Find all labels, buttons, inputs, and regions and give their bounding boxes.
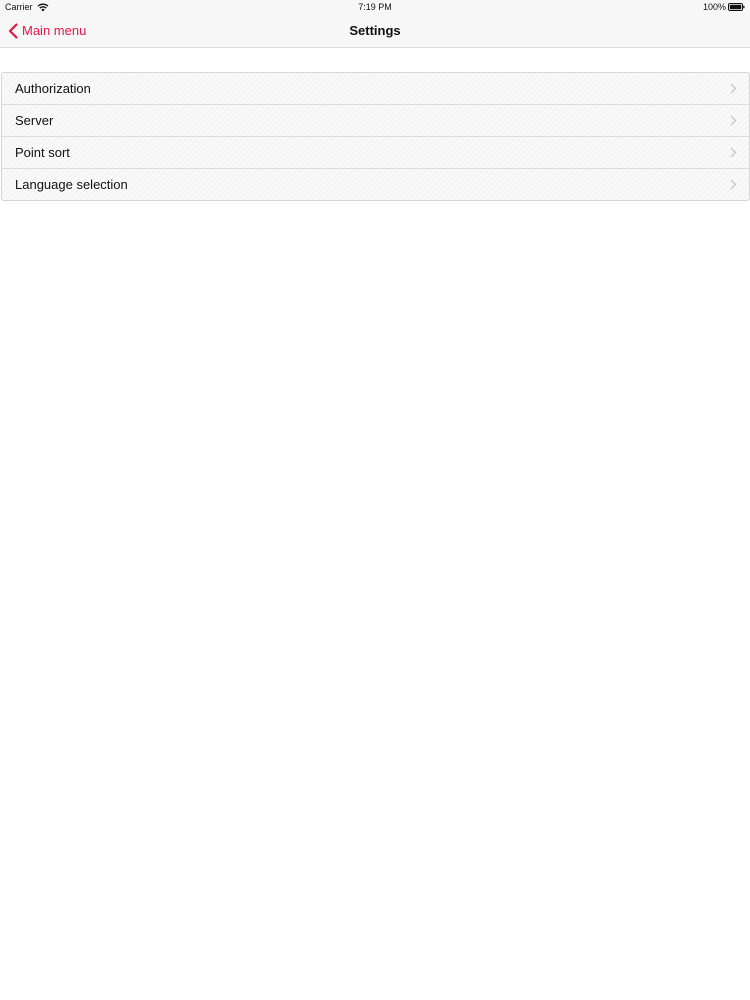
status-time: 7:19 PM (358, 2, 392, 12)
settings-item-server[interactable]: Server (2, 105, 749, 137)
settings-item-label: Language selection (15, 177, 128, 192)
battery-icon (728, 3, 745, 11)
chevron-right-icon (730, 83, 737, 94)
settings-list: Authorization Server Point sort Language… (1, 72, 750, 201)
settings-item-label: Server (15, 113, 54, 128)
settings-screen: Carrier 7:19 PM 100% Main menu Settings (0, 0, 750, 1000)
status-bar: Carrier 7:19 PM 100% (0, 0, 750, 14)
settings-item-point-sort[interactable]: Point sort (2, 137, 749, 169)
chevron-right-icon (730, 179, 737, 190)
status-right: 100% (703, 0, 745, 14)
page-title: Settings (349, 23, 401, 38)
settings-item-language-selection[interactable]: Language selection (2, 169, 749, 200)
settings-item-label: Authorization (15, 81, 91, 96)
navigation-bar: Main menu Settings (0, 14, 750, 48)
chevron-right-icon (730, 115, 737, 126)
battery-percent: 100% (702, 2, 726, 12)
settings-item-authorization[interactable]: Authorization (2, 73, 749, 105)
chevron-right-icon (730, 147, 737, 158)
settings-item-label: Point sort (15, 145, 70, 160)
